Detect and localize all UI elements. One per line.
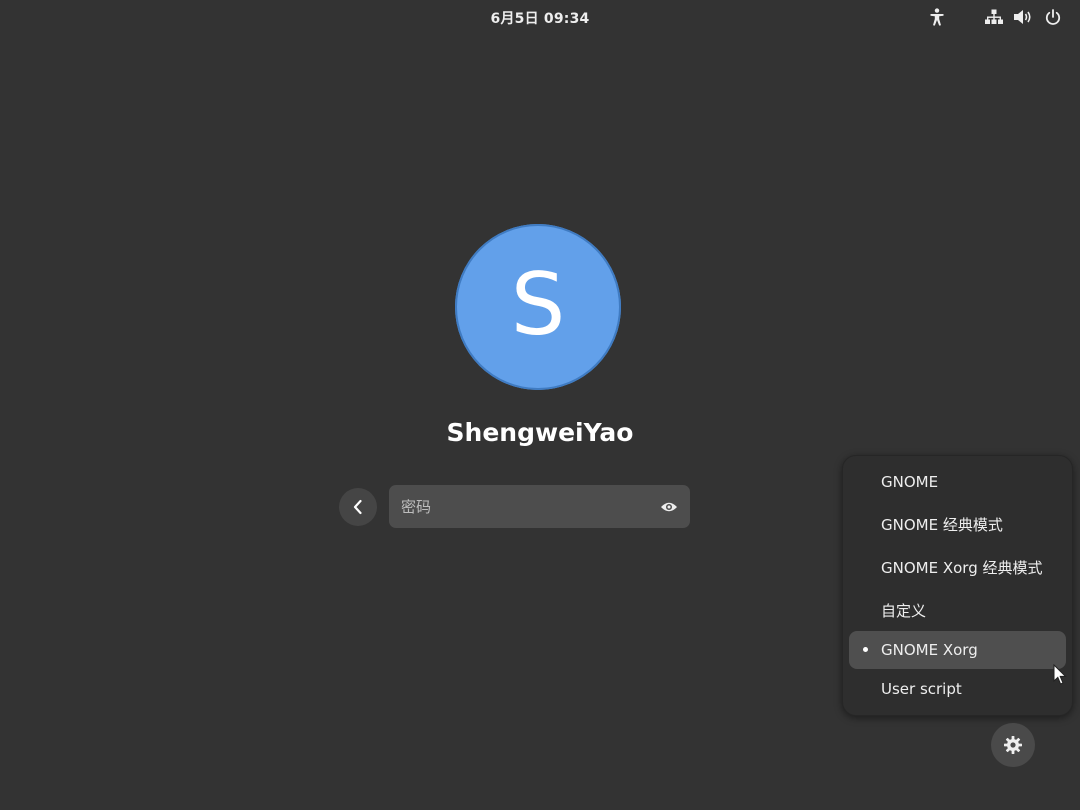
power-icon[interactable]	[1043, 7, 1063, 27]
session-item-label: User script	[881, 680, 962, 698]
session-item-label: GNOME Xorg 经典模式	[881, 558, 1043, 577]
avatar-initial: S	[510, 255, 566, 355]
login-screen: 6月5日 09:34 S ShengweiYao GNOME GNOME 经典模…	[0, 0, 1080, 810]
password-field	[389, 485, 690, 528]
user-avatar: S	[455, 224, 621, 390]
network-wired-icon[interactable]	[984, 7, 1004, 27]
top-bar: 6月5日 09:34	[0, 0, 1080, 34]
session-item-gnome[interactable]: GNOME	[849, 463, 1066, 501]
session-item-label: GNOME Xorg	[881, 641, 978, 659]
eye-icon	[661, 502, 677, 512]
gear-icon	[1004, 736, 1022, 754]
session-item-gnome-xorg[interactable]: GNOME Xorg	[849, 631, 1066, 669]
session-item-label: GNOME	[881, 473, 939, 491]
selected-bullet-icon	[863, 647, 868, 652]
session-settings-button[interactable]	[991, 723, 1035, 767]
accessibility-icon[interactable]	[927, 7, 947, 27]
back-button[interactable]	[339, 488, 377, 526]
chevron-left-icon	[353, 499, 362, 515]
session-item-gnome-xorg-classic[interactable]: GNOME Xorg 经典模式	[849, 548, 1066, 586]
session-menu: GNOME GNOME 经典模式 GNOME Xorg 经典模式 自定义 GNO…	[842, 455, 1073, 716]
session-item-user-script[interactable]: User script	[849, 670, 1066, 708]
user-name: ShengweiYao	[446, 418, 634, 447]
mouse-pointer-icon	[1053, 664, 1067, 685]
session-item-custom[interactable]: 自定义	[849, 591, 1066, 629]
reveal-password-button[interactable]	[658, 496, 680, 518]
session-item-gnome-classic[interactable]: GNOME 经典模式	[849, 505, 1066, 543]
volume-icon[interactable]	[1013, 7, 1033, 27]
session-item-label: 自定义	[881, 601, 927, 620]
clock[interactable]: 6月5日 09:34	[0, 8, 1080, 28]
password-input[interactable]	[389, 485, 649, 528]
session-item-label: GNOME 经典模式	[881, 515, 1003, 534]
